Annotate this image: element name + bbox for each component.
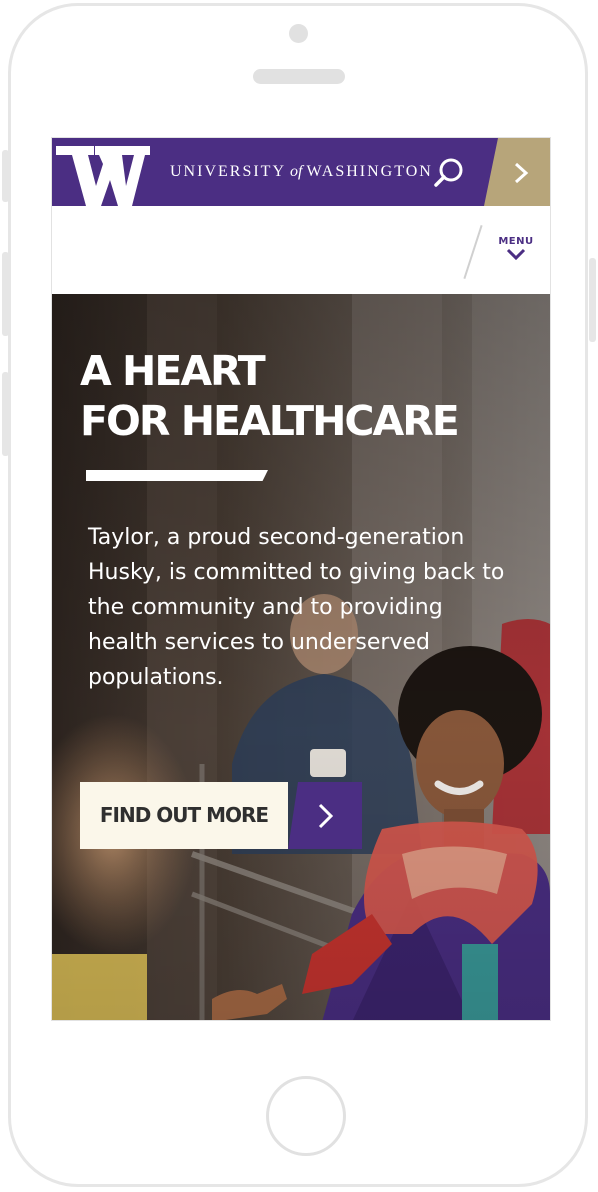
phone-screen: UNIVERSITY of WASHINGTON MENU A HEART FO…	[51, 137, 551, 1021]
menu-label: MENU	[498, 236, 534, 247]
chevron-right-icon	[514, 162, 529, 184]
hero-title-line2: FOR HEALTHCARE	[80, 397, 460, 445]
phone-camera	[289, 24, 308, 43]
phone-home-button	[266, 1076, 346, 1156]
quick-links-button[interactable]	[484, 138, 550, 206]
nav-bar: MENU	[52, 206, 550, 294]
chevron-right-icon	[318, 803, 334, 829]
wordmark-of: of	[290, 163, 303, 180]
wordmark-university: UNIVERSITY	[170, 163, 286, 180]
search-button[interactable]	[432, 156, 466, 190]
hero-description: Taylor, a proud second-generation Husky,…	[88, 525, 505, 690]
wordmark-washington: WASHINGTON	[306, 163, 433, 180]
phone-speaker	[253, 69, 345, 84]
w-logo-icon	[56, 146, 150, 206]
university-wordmark[interactable]: UNIVERSITY of WASHINGTON	[170, 138, 433, 206]
nav-divider	[463, 225, 483, 279]
cta-arrow[interactable]	[288, 782, 362, 849]
phone-power-button	[589, 258, 596, 342]
title-underline	[86, 470, 268, 481]
find-out-more-button[interactable]: FIND OUT MORE	[80, 782, 362, 849]
site-header: UNIVERSITY of WASHINGTON	[52, 138, 550, 206]
hero-title-line1: A HEART	[80, 347, 266, 395]
hero-banner: A HEART FOR HEALTHCARE Taylor, a proud s…	[52, 294, 550, 1020]
search-icon	[434, 158, 463, 187]
uw-logo[interactable]	[52, 138, 152, 206]
menu-button[interactable]: MENU	[494, 236, 538, 272]
hero-title: A HEART FOR HEALTHCARE	[80, 346, 460, 446]
find-out-more-label: FIND OUT MORE	[80, 782, 288, 849]
chevron-down-icon	[506, 248, 526, 261]
